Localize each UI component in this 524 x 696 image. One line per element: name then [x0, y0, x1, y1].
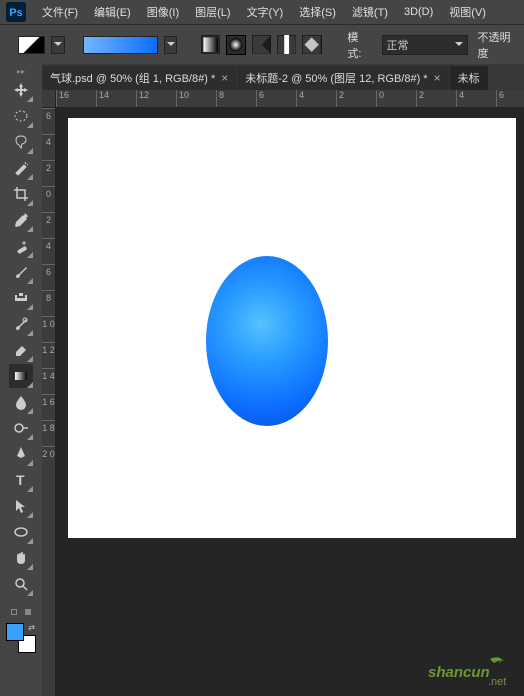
- menu-file[interactable]: 文件(F): [34, 0, 86, 24]
- svg-text:Ps: Ps: [9, 7, 22, 19]
- svg-text:shancun: shancun: [428, 664, 490, 681]
- swap-colors-icon[interactable]: ⇄: [28, 623, 35, 632]
- color-swatches[interactable]: ⇄: [6, 623, 36, 653]
- ruler-origin[interactable]: [42, 90, 56, 108]
- ruler-tick: 12: [136, 90, 176, 107]
- type-tool[interactable]: T: [9, 468, 33, 492]
- gradient-reflected-icon[interactable]: [277, 35, 296, 55]
- menu-3d[interactable]: 3D(D): [396, 2, 441, 22]
- menu-layer[interactable]: 图层(L): [187, 0, 238, 24]
- move-tool[interactable]: [9, 78, 33, 102]
- ruler-tick: 4: [42, 238, 55, 264]
- clone-stamp-tool[interactable]: [9, 286, 33, 310]
- pen-tool[interactable]: [9, 442, 33, 466]
- gradient-preview[interactable]: [83, 36, 158, 54]
- tab-document-2[interactable]: 未标题-2 @ 50% (图层 12, RGB/8#) * ×: [237, 66, 448, 90]
- ruler-tick: 1 8: [42, 420, 55, 446]
- gradient-radial-icon[interactable]: [226, 35, 245, 55]
- dodge-tool[interactable]: [9, 416, 33, 440]
- ruler-tick: 2: [42, 160, 55, 186]
- mode-label: 模式:: [347, 29, 371, 61]
- mode-select[interactable]: 正常: [382, 35, 468, 55]
- tools-panel: ▸▸ T ⇄: [0, 64, 42, 696]
- opacity-label: 不透明度: [478, 29, 520, 61]
- menu-select[interactable]: 选择(S): [291, 0, 344, 24]
- menu-image[interactable]: 图像(I): [139, 0, 187, 24]
- gradient-diamond-icon[interactable]: [302, 35, 321, 55]
- svg-text:T: T: [16, 472, 25, 488]
- svg-text:.net: .net: [488, 676, 506, 687]
- ruler-tick: 6: [42, 264, 55, 290]
- ruler-tick: 4: [42, 134, 55, 160]
- tab-label: 未标题-2 @ 50% (图层 12, RGB/8#) *: [245, 70, 427, 86]
- tab-document-1[interactable]: 气球.psd @ 50% (组 1, RGB/8#) * ×: [42, 66, 236, 90]
- ruler-horizontal[interactable]: 16141210864202468: [56, 90, 524, 108]
- ruler-tick: 8: [216, 90, 256, 107]
- ruler-tick: 2: [336, 90, 376, 107]
- path-selection-tool[interactable]: [9, 494, 33, 518]
- tab-label: 未标: [458, 70, 480, 86]
- ruler-tick: 2 0: [42, 446, 55, 472]
- mode-value: 正常: [387, 37, 409, 53]
- history-brush-tool[interactable]: [9, 312, 33, 336]
- options-bar: 模式: 正常 不透明度: [0, 24, 524, 64]
- tab-document-3[interactable]: 未标: [450, 66, 488, 90]
- ruler-tick: 8: [42, 290, 55, 316]
- ruler-tick: 14: [96, 90, 136, 107]
- ruler-tick: 0: [42, 186, 55, 212]
- gradient-angle-icon[interactable]: [252, 35, 271, 55]
- tool-preset-swatch[interactable]: [18, 36, 45, 54]
- ruler-tick: 4: [456, 90, 496, 107]
- ruler-tick: 0: [376, 90, 416, 107]
- ruler-tick: 6: [42, 108, 55, 134]
- menu-filter[interactable]: 滤镜(T): [344, 0, 396, 24]
- tool-preset-dropdown[interactable]: [51, 36, 65, 54]
- ruler-tick: 1 4: [42, 368, 55, 394]
- ruler-tick: 6: [256, 90, 296, 107]
- hand-tool[interactable]: [9, 546, 33, 570]
- menu-bar: Ps 文件(F) 编辑(E) 图像(I) 图层(L) 文字(Y) 选择(S) 滤…: [0, 0, 524, 24]
- menu-type[interactable]: 文字(Y): [239, 0, 292, 24]
- shape-tool[interactable]: [9, 520, 33, 544]
- healing-brush-tool[interactable]: [9, 234, 33, 258]
- ruler-tick: 1 2: [42, 342, 55, 368]
- ruler-tick: 4: [296, 90, 336, 107]
- ruler-tick: 10: [176, 90, 216, 107]
- watermark: shancun .net: [428, 655, 518, 690]
- quick-mask-toggle[interactable]: [11, 609, 31, 615]
- foreground-color[interactable]: [6, 623, 24, 641]
- ruler-tick: 2: [416, 90, 456, 107]
- ruler-vertical[interactable]: 642024681 01 21 41 61 82 0: [42, 108, 56, 696]
- blur-tool[interactable]: [9, 390, 33, 414]
- menu-view[interactable]: 视图(V): [441, 0, 494, 24]
- eraser-tool[interactable]: [9, 338, 33, 362]
- ruler-tick: 16: [56, 90, 96, 107]
- magic-wand-tool[interactable]: [9, 156, 33, 180]
- eyedropper-tool[interactable]: [9, 208, 33, 232]
- close-icon[interactable]: ×: [434, 71, 441, 85]
- balloon-shape: [206, 256, 328, 426]
- ruler-tick: 2: [42, 212, 55, 238]
- menu-edit[interactable]: 编辑(E): [86, 0, 139, 24]
- ruler-tick: 1 6: [42, 394, 55, 420]
- lasso-tool[interactable]: [9, 130, 33, 154]
- close-icon[interactable]: ×: [221, 71, 228, 85]
- tab-label: 气球.psd @ 50% (组 1, RGB/8#) *: [50, 70, 215, 86]
- gradient-tool[interactable]: [9, 364, 33, 388]
- marquee-tool[interactable]: [9, 104, 33, 128]
- gradient-picker-dropdown[interactable]: [164, 36, 178, 54]
- canvas[interactable]: [68, 118, 516, 538]
- document-tabs: ▸▸ 气球.psd @ 50% (组 1, RGB/8#) * × 未标题-2 …: [0, 64, 524, 90]
- zoom-tool[interactable]: [9, 572, 33, 596]
- panel-grip[interactable]: ▸▸: [17, 70, 25, 73]
- ruler-tick: 6: [496, 90, 524, 107]
- brush-tool[interactable]: [9, 260, 33, 284]
- gradient-linear-icon[interactable]: [201, 35, 220, 55]
- crop-tool[interactable]: [9, 182, 33, 206]
- ruler-tick: 1 0: [42, 316, 55, 342]
- app-logo: Ps: [6, 2, 26, 22]
